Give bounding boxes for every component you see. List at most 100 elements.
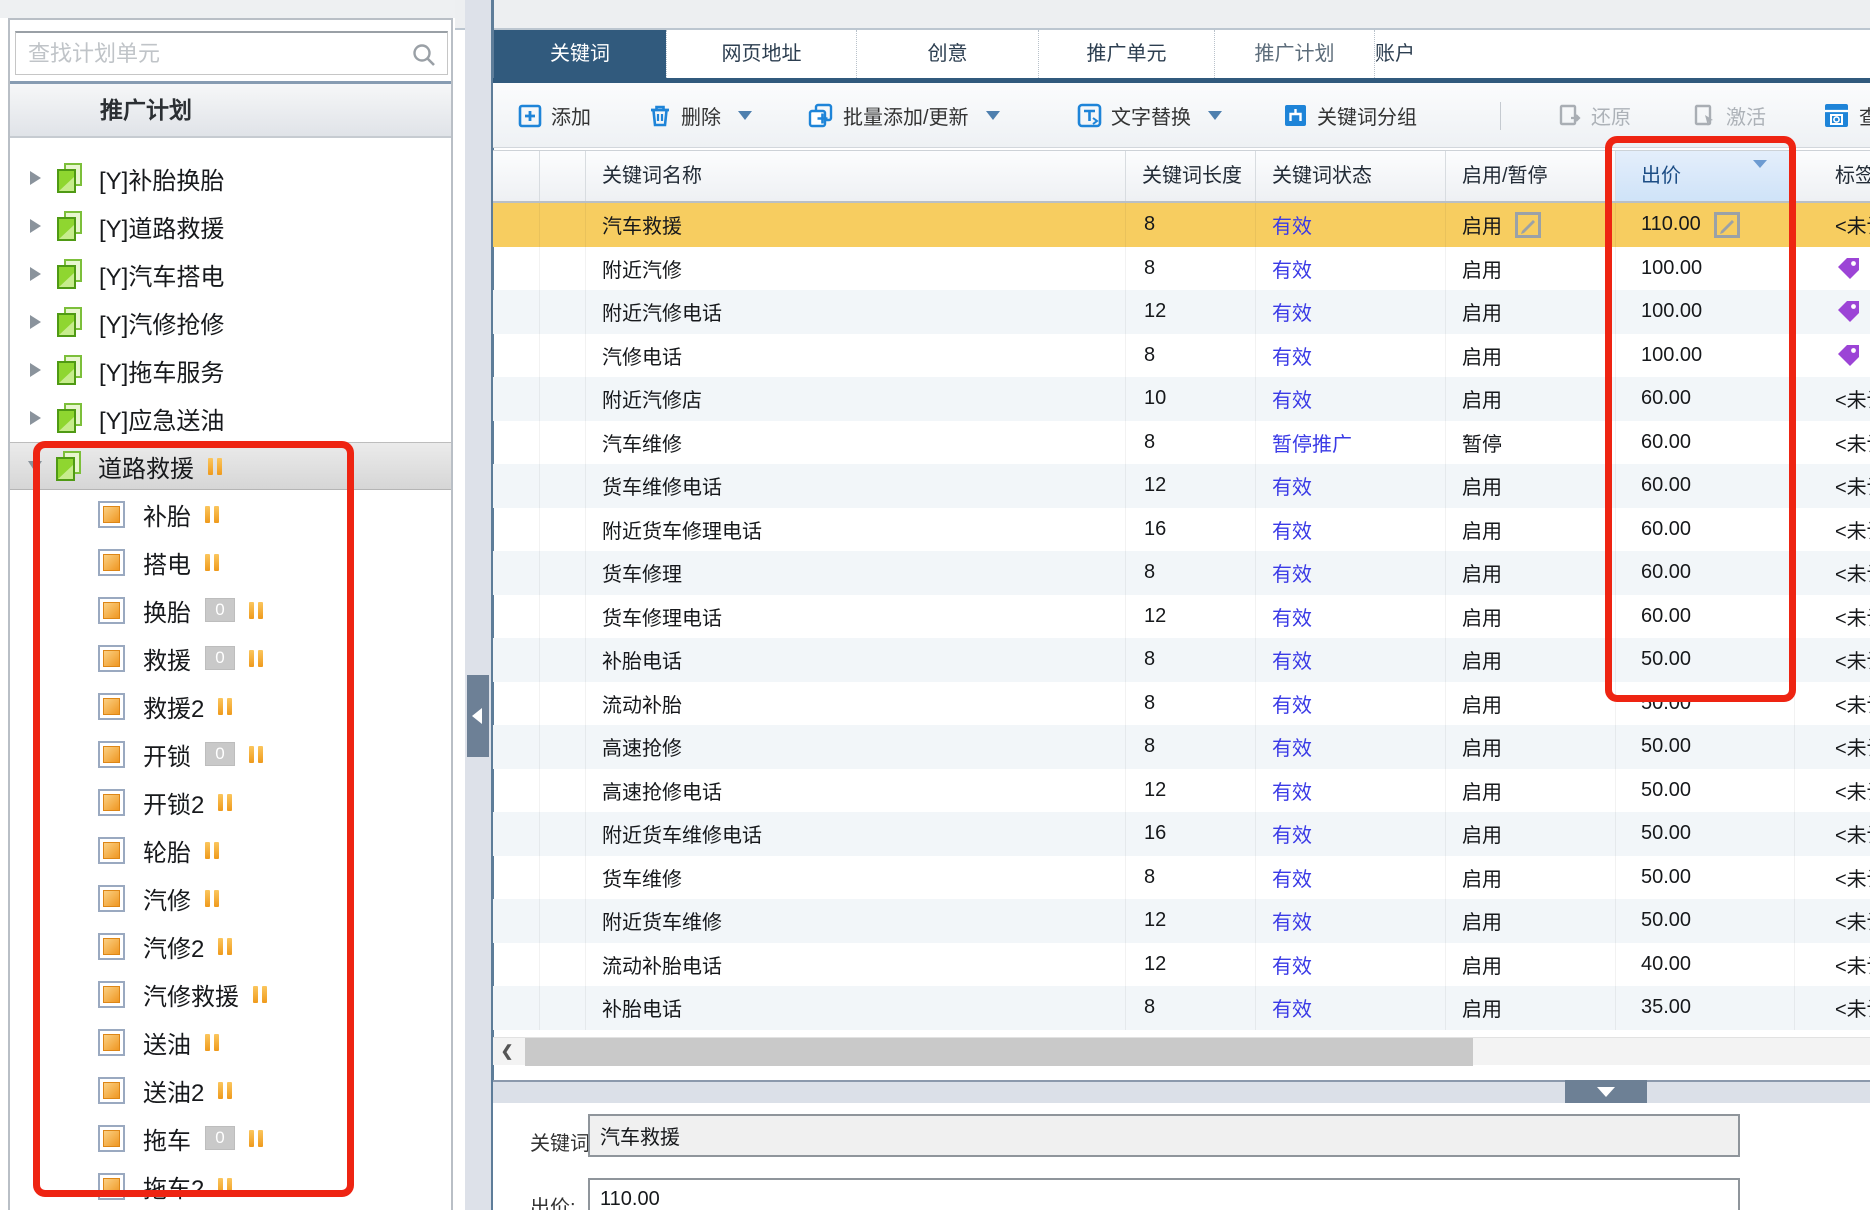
sidebar-item-unit[interactable]: 送油2 (10, 1066, 451, 1114)
keyword-name-cell[interactable]: 流动补胎 (586, 682, 1126, 726)
keyword-name-cell[interactable]: 高速抢修电话 (586, 769, 1126, 813)
sidebar-item-unit[interactable]: 送油 (10, 1018, 451, 1066)
unit-label[interactable]: 补胎 (143, 497, 191, 532)
sidebar-item-plan[interactable]: [Y]拖车服务 (10, 346, 451, 394)
search-icon[interactable] (411, 42, 437, 68)
table-row[interactable]: 货车维修电话 12 有效 启用 60.00 <未设置> (493, 464, 1870, 508)
row-select-cell[interactable] (493, 377, 540, 421)
table-row[interactable]: 附近汽修电话 12 有效 启用 100.00 (493, 290, 1870, 334)
table-row[interactable]: 货车维修 8 有效 启用 50.00 <未设置> (493, 856, 1870, 900)
edit-pencil-icon[interactable] (1514, 211, 1542, 239)
expand-arrow-icon[interactable] (30, 315, 41, 329)
unit-label[interactable]: 汽修救援 (143, 977, 239, 1012)
row-select-cell[interactable] (493, 682, 540, 726)
bid-value[interactable]: 50.00 (1641, 779, 1691, 802)
bid-cell[interactable]: 110.00 (1616, 203, 1795, 247)
text-replace-button[interactable]: 文字替换 (1077, 83, 1222, 148)
table-row[interactable]: 附近货车维修 12 有效 启用 50.00 <未设置> (493, 899, 1870, 943)
bid-value[interactable]: 50.00 (1641, 692, 1691, 715)
unit-label[interactable]: 拖车2 (143, 1169, 204, 1204)
sidebar-item-plan-expanded-selected[interactable]: 道路救援 (10, 442, 451, 490)
header-keyword-length[interactable]: 关键词长度 (1126, 151, 1256, 201)
table-row[interactable]: 高速抢修电话 12 有效 启用 50.00 <未设置> (493, 769, 1870, 813)
row-select-cell[interactable] (493, 943, 540, 987)
bid-cell[interactable]: 100.00 (1616, 334, 1795, 378)
bid-cell[interactable]: 60.00 (1616, 508, 1795, 552)
toggle-value[interactable]: 启用 (1462, 602, 1502, 631)
enable-pause-cell[interactable]: 启用 (1446, 899, 1616, 943)
scroll-left-button[interactable]: ❮ (493, 1038, 521, 1066)
enable-pause-cell[interactable]: 启用 (1446, 464, 1616, 508)
toggle-value[interactable]: 启用 (1462, 906, 1502, 935)
row-select-cell[interactable] (493, 551, 540, 595)
bid-value[interactable]: 50.00 (1641, 909, 1691, 932)
bid-value[interactable]: 50.00 (1641, 735, 1691, 758)
tab[interactable]: 关键词 (494, 30, 666, 78)
toggle-value[interactable]: 启用 (1462, 732, 1502, 761)
bid-cell[interactable]: 50.00 (1616, 856, 1795, 900)
header-select-column[interactable] (493, 151, 540, 201)
row-select-cell[interactable] (493, 638, 540, 682)
enable-pause-cell[interactable]: 启用 (1446, 943, 1616, 987)
table-row[interactable]: 流动补胎 8 有效 启用 50.00 <未设置> (493, 682, 1870, 726)
keyword-name-field[interactable] (588, 1114, 1740, 1157)
expand-arrow-icon[interactable] (30, 219, 41, 233)
keyword-name-cell[interactable]: 货车修理电话 (586, 595, 1126, 639)
keyword-name-cell[interactable]: 汽车救援 (586, 203, 1126, 247)
enable-pause-cell[interactable]: 启用 (1446, 682, 1616, 726)
bid-value[interactable]: 110.00 (1641, 213, 1701, 236)
bid-value[interactable]: 35.00 (1641, 996, 1691, 1019)
toggle-value[interactable]: 启用 (1462, 689, 1502, 718)
expand-arrow-icon[interactable] (30, 171, 41, 185)
bid-value[interactable]: 60.00 (1641, 474, 1691, 497)
table-row[interactable]: 补胎电话 8 有效 启用 50.00 <未设置> (493, 638, 1870, 682)
sidebar-item-plan[interactable]: [Y]道路救援 (10, 202, 451, 250)
chevron-down-icon[interactable] (1208, 111, 1222, 120)
expand-arrow-icon[interactable] (30, 411, 41, 425)
enable-pause-cell[interactable]: 启用 (1446, 334, 1616, 378)
plan-label[interactable]: [Y]应急送油 (99, 401, 224, 436)
tab[interactable]: 推广单元 (1038, 30, 1214, 78)
horizontal-scrollbar[interactable]: ❮ (493, 1037, 1870, 1065)
keyword-name-cell[interactable]: 汽车维修 (586, 421, 1126, 465)
sidebar-item-unit[interactable]: 换胎 0 (10, 586, 451, 634)
unit-label[interactable]: 拖车 (143, 1121, 191, 1156)
sort-desc-icon[interactable] (1752, 159, 1768, 169)
activate-button[interactable]: 激活 (1693, 83, 1766, 148)
bid-cell[interactable]: 35.00 (1616, 986, 1795, 1030)
batch-add-update-button[interactable]: 批量添加/更新 (808, 83, 1000, 148)
tab[interactable]: 推广计划 (1214, 30, 1374, 78)
sidebar-item-unit[interactable]: 轮胎 (10, 826, 451, 874)
bid-value[interactable]: 60.00 (1641, 518, 1691, 541)
bid-field[interactable] (588, 1178, 1740, 1210)
unit-label[interactable]: 轮胎 (143, 833, 191, 868)
toggle-value[interactable]: 启用 (1462, 558, 1502, 587)
row-select-cell[interactable] (493, 464, 540, 508)
sidebar-item-plan[interactable]: [Y]汽修抢修 (10, 298, 451, 346)
enable-pause-cell[interactable]: 启用 (1446, 247, 1616, 291)
unit-label[interactable]: 开锁2 (143, 785, 204, 820)
enable-pause-cell[interactable]: 启用 (1446, 812, 1616, 856)
add-button[interactable]: 添加 (518, 83, 591, 148)
keyword-name-cell[interactable]: 附近货车维修 (586, 899, 1126, 943)
header-keyword-name[interactable]: 关键词名称 (586, 151, 1126, 201)
panel-splitter[interactable] (465, 0, 491, 1210)
bid-cell[interactable]: 60.00 (1616, 464, 1795, 508)
row-select-cell[interactable] (493, 856, 540, 900)
keyword-name-cell[interactable]: 附近汽修电话 (586, 290, 1126, 334)
plan-label[interactable]: [Y]道路救援 (99, 209, 224, 244)
table-row[interactable]: 附近汽修 8 有效 启用 100.00 (493, 247, 1870, 291)
plan-label[interactable]: [Y]汽车搭电 (99, 257, 224, 292)
bid-cell[interactable]: 60.00 (1616, 377, 1795, 421)
sidebar-item-plan[interactable]: [Y]汽车搭电 (10, 250, 451, 298)
enable-pause-cell[interactable]: 启用 (1446, 290, 1616, 334)
sidebar-item-unit[interactable]: 汽修救援 (10, 970, 451, 1018)
tab[interactable]: 网页地址 (666, 30, 856, 78)
row-select-cell[interactable] (493, 725, 540, 769)
row-select-cell[interactable] (493, 290, 540, 334)
unit-label[interactable]: 救援2 (143, 689, 204, 724)
bid-value[interactable]: 100.00 (1641, 257, 1702, 280)
chevron-down-icon[interactable] (986, 111, 1000, 120)
toggle-value[interactable]: 启用 (1462, 297, 1502, 326)
sidebar-item-plan[interactable]: [Y]应急送油 (10, 394, 451, 442)
